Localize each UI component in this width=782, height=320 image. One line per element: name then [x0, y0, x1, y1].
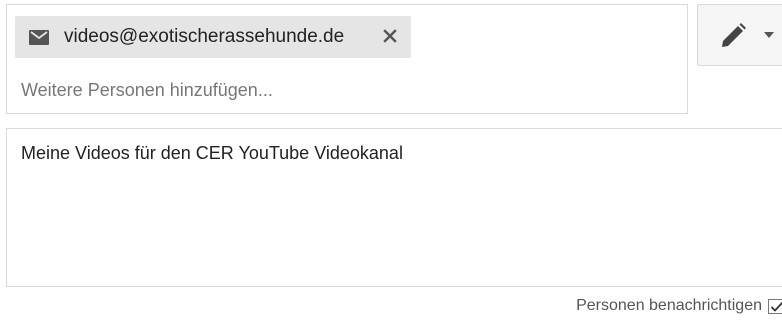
- check-icon: [770, 301, 782, 313]
- notify-checkbox[interactable]: [768, 298, 782, 314]
- message-field[interactable]: [6, 128, 782, 287]
- chevron-down-icon: [764, 32, 774, 38]
- close-icon[interactable]: [379, 25, 401, 47]
- notify-label: Personen benachrichtigen: [576, 297, 762, 314]
- permission-dropdown-button[interactable]: [697, 4, 782, 66]
- add-people-input[interactable]: [21, 75, 621, 105]
- notify-row: Personen benachrichtigen: [576, 293, 782, 319]
- share-dialog-panel: videos@exotischerassehunde.de Personen b…: [0, 0, 782, 320]
- recipient-chip[interactable]: videos@exotischerassehunde.de: [15, 16, 411, 58]
- pencil-icon: [718, 21, 748, 51]
- mail-icon: [29, 29, 49, 45]
- recipients-box[interactable]: videos@exotischerassehunde.de: [6, 4, 688, 114]
- recipient-email: videos@exotischerassehunde.de: [64, 26, 345, 47]
